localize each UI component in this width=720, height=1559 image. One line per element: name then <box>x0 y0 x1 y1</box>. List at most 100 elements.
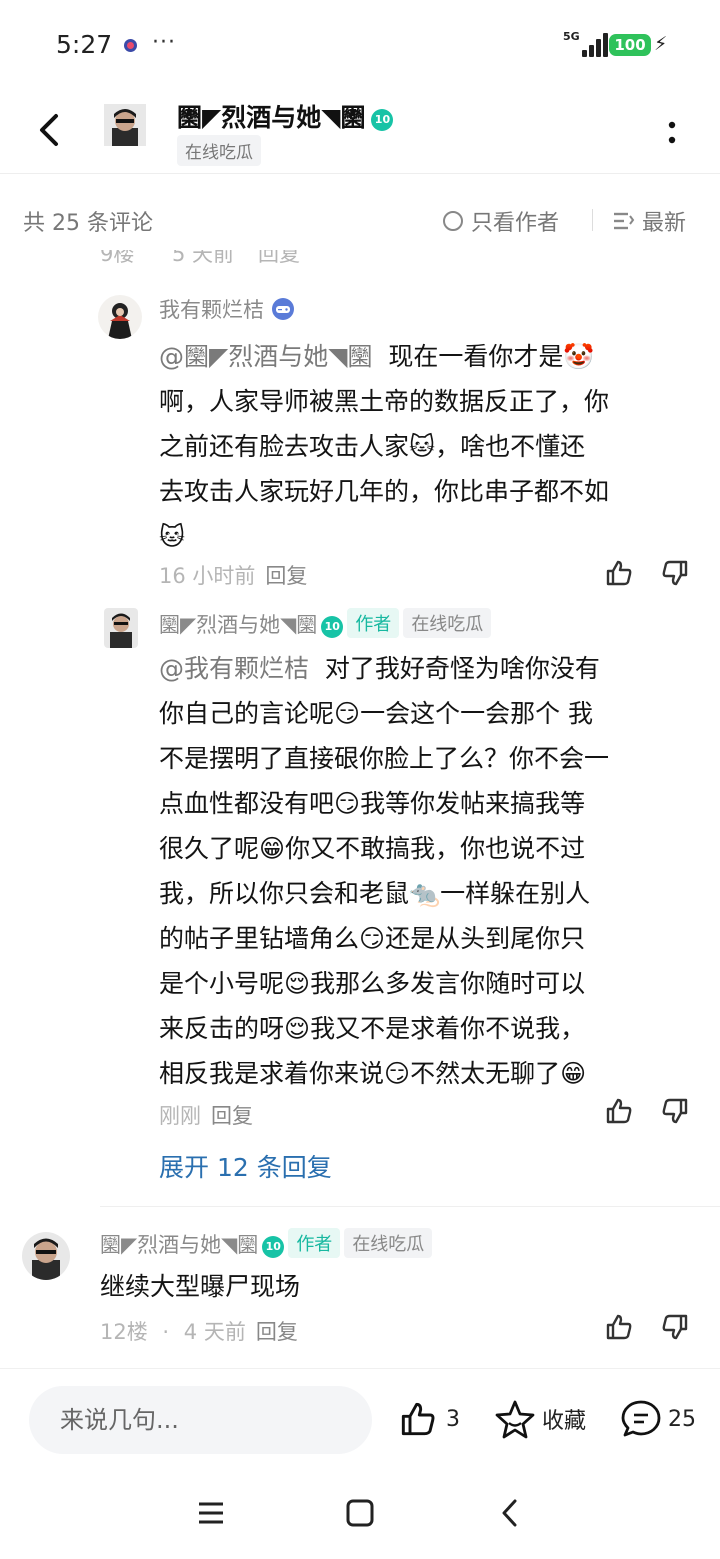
comment-text: 继续大型曝尸现场 <box>100 1272 301 1301</box>
vote-buttons <box>604 558 690 588</box>
smug-icon: 😏 <box>334 789 361 818</box>
comment-username[interactable]: 我有颗烂桔 <box>159 294 295 324</box>
thumb-up-icon[interactable] <box>604 1312 634 1342</box>
avatar[interactable] <box>98 295 142 339</box>
star-icon <box>495 1400 535 1439</box>
status-badge: 在线吃瓜 <box>403 608 492 638</box>
bottom-action-bar: 来说几句... 3 收藏 25 <box>0 1368 720 1474</box>
gamepad-icon <box>271 298 294 320</box>
sort-icon <box>614 212 635 230</box>
more-button[interactable] <box>660 116 684 150</box>
page-title: 圞◤烈酒与她◥圞 10 <box>177 98 394 134</box>
divider <box>100 1206 720 1207</box>
status-more: ··· <box>152 30 176 55</box>
reply-link[interactable]: 回复 <box>258 250 300 268</box>
thumb-up-icon[interactable] <box>604 558 634 588</box>
system-back-button[interactable] <box>496 1496 524 1534</box>
recent-apps-button[interactable] <box>196 1496 226 1534</box>
status-time: 5:27 <box>56 30 113 59</box>
smug-icon: 😏 <box>359 924 386 953</box>
comment-item: 圞◤烈酒与她◥圞 10 作者 在线吃瓜 继续大型曝尸现场 12楼 · 4 天前 回复 <box>0 1226 720 1346</box>
vote-buttons <box>604 1096 690 1126</box>
reply-item: 我有颗烂桔 @圞◤烈酒与她◥圞 现在一看你才是🤡 啊，人家导师被黑土帝的数据反正… <box>0 290 720 590</box>
comment-text: @我有颗烂桔 对了我好奇怪为啥你没有 你自己的言论呢😏一会这个一会那个 我 不是… <box>159 654 610 1088</box>
thumb-down-icon[interactable] <box>660 1312 690 1342</box>
back-nav-icon <box>502 1499 517 1527</box>
comment-input[interactable]: 来说几句... <box>29 1386 372 1454</box>
home-button[interactable] <box>344 1496 376 1534</box>
sort-label: 最新 <box>642 211 687 236</box>
cat-icon: 🐱 <box>159 522 186 551</box>
reply-link[interactable]: 回复 <box>265 564 307 588</box>
reply-link[interactable]: 回复 <box>256 1320 298 1344</box>
like-button[interactable]: 3 <box>398 1399 460 1439</box>
comment-meta: 12楼 · 4 天前 回复 <box>100 1320 298 1344</box>
thumb-down-icon[interactable] <box>660 1096 690 1126</box>
circle-icon <box>443 211 463 231</box>
sort-button[interactable]: 最新 <box>612 205 686 237</box>
floor-number: 12楼 <box>100 1320 148 1344</box>
notification-icon <box>124 39 137 52</box>
comment-icon <box>621 1400 661 1437</box>
vote-buttons <box>604 1312 690 1342</box>
avatar[interactable] <box>104 608 138 648</box>
cat-icon: 🐱 <box>409 432 436 461</box>
smug-icon: 😏 <box>384 1059 411 1088</box>
mention-link[interactable]: @圞◤烈酒与她◥圞 <box>159 342 372 371</box>
level-badge: 10 <box>321 616 344 638</box>
relieved-icon: 😌 <box>284 1014 311 1043</box>
back-icon <box>40 114 58 146</box>
thumb-up-icon[interactable] <box>604 1096 634 1126</box>
charging-icon: ⚡ <box>654 33 668 55</box>
author-badge: 作者 <box>347 608 400 638</box>
like-count: 3 <box>446 1406 460 1432</box>
comment-meta: 16 小时前 回复 <box>159 560 307 590</box>
thumb-down-icon[interactable] <box>660 558 690 588</box>
signal-icon <box>574 33 608 57</box>
thumb-up-icon <box>401 1402 435 1436</box>
comment-button[interactable]: 25 <box>620 1399 696 1439</box>
comment-time: 5 天前 <box>172 250 235 266</box>
system-nav-bar <box>0 1474 720 1559</box>
comment-count-label: 25 <box>668 1406 696 1432</box>
smug-icon: 😏 <box>334 699 361 728</box>
status-bar: 5:27 ··· 5G 100 ⚡ <box>0 0 720 90</box>
comment-list[interactable]: 9楼 5 天前 回复 我有颗烂桔 @圞◤烈酒与她◥圞 现在一看你才是🤡 啊，人家… <box>0 250 720 1368</box>
reply-link[interactable]: 回复 <box>211 1104 253 1128</box>
comment-username[interactable]: 圞◤烈酒与她◥圞 10 作者 在线吃瓜 <box>100 1228 433 1259</box>
comment-meta: 刚刚 回复 <box>159 1100 253 1130</box>
author-badge: 作者 <box>288 1228 341 1258</box>
comment-time: 16 小时前 <box>159 564 256 588</box>
back-button[interactable] <box>30 108 70 152</box>
comment-time: 刚刚 <box>159 1104 201 1128</box>
reply-item: 圞◤烈酒与她◥圞 10 作者 在线吃瓜 @我有颗烂桔 对了我好奇怪为啥你没有 你自己的… <box>0 602 720 1142</box>
partial-comment-meta: 9楼 5 天前 回复 <box>100 250 720 274</box>
avatar[interactable] <box>104 104 146 146</box>
menu-icon <box>199 1502 223 1524</box>
thread-header: 圞◤烈酒与她◥圞 10 在线吃瓜 <box>0 90 720 174</box>
filter-bar: 共 25 条评论 只看作者 最新 <box>0 175 720 259</box>
clown-icon: 🤡 <box>563 342 595 371</box>
status-badge: 在线吃瓜 <box>177 135 261 166</box>
divider <box>592 209 593 231</box>
battery-icon: 100 <box>609 34 651 56</box>
relieved-icon: 😌 <box>284 969 311 998</box>
status-badge: 在线吃瓜 <box>344 1228 433 1258</box>
favorite-button[interactable]: 收藏 <box>494 1399 586 1439</box>
grin-icon: 😁 <box>560 1059 587 1088</box>
comment-text: @圞◤烈酒与她◥圞 现在一看你才是🤡 啊，人家导师被黑土帝的数据反正了，你 之前… <box>159 342 610 551</box>
expand-replies-link[interactable]: 展开 12 条回复 <box>159 1148 332 1184</box>
level-badge: 10 <box>262 1236 285 1258</box>
only-author-toggle[interactable]: 只看作者 <box>443 205 559 237</box>
more-vertical-icon <box>668 121 676 144</box>
floor-number: 9楼 <box>100 250 135 266</box>
comment-username[interactable]: 圞◤烈酒与她◥圞 10 作者 在线吃瓜 <box>159 608 492 639</box>
only-author-label: 只看作者 <box>471 211 560 236</box>
mention-link[interactable]: @我有颗烂桔 <box>159 654 309 683</box>
home-icon <box>346 1499 374 1527</box>
comment-count: 共 25 条评论 <box>23 211 153 236</box>
avatar[interactable] <box>22 1232 70 1280</box>
grin-icon: 😁 <box>259 834 286 863</box>
comment-time: 4 天前 <box>183 1320 246 1344</box>
mouse-icon: 🐀 <box>409 879 441 908</box>
